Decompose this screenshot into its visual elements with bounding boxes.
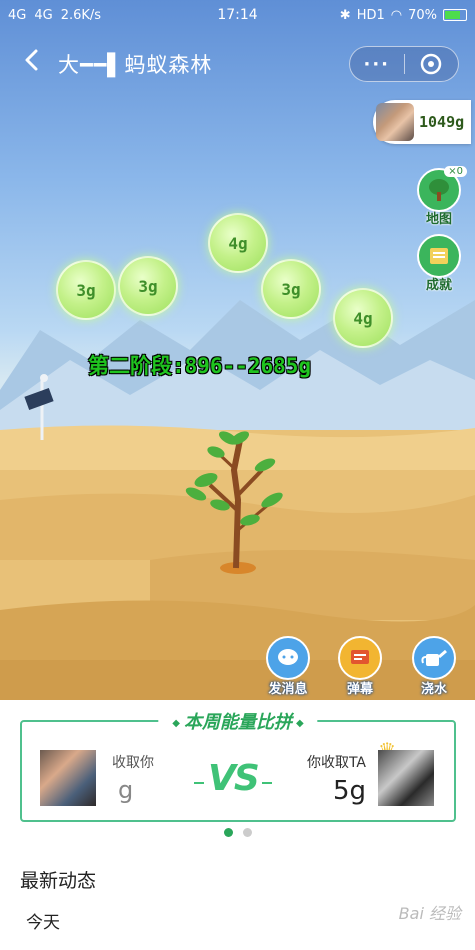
energy-total-badge[interactable]: 1049g — [373, 100, 471, 144]
status-bar: 4G 4G 2.6K/s 17:14 ✱ HD1 ◠ 70% — [0, 0, 475, 30]
friend-collected-label: 收取你 — [112, 755, 154, 771]
pager-dot[interactable] — [242, 828, 252, 837]
vs-card-title-text: 本周能量比拼 — [184, 712, 292, 733]
header: 大━━▌蚂蚁森林 ··· — [0, 38, 475, 90]
watermark: Bai 经验 — [398, 904, 461, 923]
danmaku-icon-circle — [338, 636, 382, 680]
avatar — [376, 103, 414, 141]
you-collected-value: 5g — [332, 776, 366, 806]
message-button[interactable]: 发消息 — [262, 636, 314, 697]
mini-program-capsule: ··· — [349, 46, 459, 82]
pager-dot-active[interactable] — [223, 828, 233, 837]
friend-collected-value: g — [118, 776, 134, 804]
title-dot-icon: ◆ — [296, 717, 304, 729]
achievement-button[interactable]: 成就 — [415, 234, 463, 293]
growth-stage-text: 第二阶段:896--2685g — [88, 354, 312, 378]
achievement-icon-circle — [417, 234, 461, 278]
user-avatar — [378, 750, 434, 806]
map-badge: ×0 — [444, 166, 467, 177]
energy-bubble[interactable]: 4g — [208, 213, 268, 273]
close-circle-icon — [420, 53, 442, 75]
tree-icon — [429, 179, 449, 201]
bottom-panel: ◆本周能量比拼◆ 收取你 g VS 你收取TA 5g ♛ 最新动态 今天 Bai… — [0, 700, 475, 950]
water-label: 浇水 — [420, 682, 447, 697]
friend-avatar — [40, 750, 96, 806]
map-icon-circle: ×0 — [417, 166, 467, 212]
danmaku-label: 弹幕 — [346, 682, 373, 697]
close-button[interactable] — [404, 52, 458, 76]
danmaku-icon — [351, 650, 369, 664]
battery-icon — [443, 9, 467, 21]
page-title: 大━━▌蚂蚁森林 — [58, 53, 213, 77]
feed-date-today: 今天 — [26, 913, 60, 933]
energy-bubble[interactable]: 3g — [118, 256, 178, 316]
danmaku-button[interactable]: 弹幕 — [334, 636, 386, 697]
energy-bubble[interactable]: 4g — [333, 288, 393, 348]
energy-total-value: 1049g — [419, 113, 465, 131]
chevron-left-icon — [25, 49, 38, 71]
message-icon-circle — [266, 636, 310, 680]
chat-bubble-icon — [278, 649, 298, 665]
weekly-energy-vs-card[interactable]: ◆本周能量比拼◆ 收取你 g VS 你收取TA 5g ♛ — [20, 708, 456, 822]
feed-title: 最新动态 — [20, 870, 97, 892]
clock: 17:14 — [217, 7, 258, 23]
more-button[interactable]: ··· — [350, 54, 404, 75]
carousel-pager — [0, 828, 475, 837]
energy-bubble[interactable]: 3g — [261, 259, 321, 319]
back-button[interactable] — [12, 44, 52, 84]
certificate-icon — [430, 248, 448, 264]
vs-mark: VS — [194, 758, 272, 799]
vs-card-title: ◆ 本周能量比拼 ◆ — [158, 708, 318, 734]
watering-can-icon — [421, 649, 447, 666]
water-icon-circle — [412, 636, 456, 680]
you-collected-label: 你收取TA — [306, 755, 366, 771]
message-label: 发消息 — [268, 682, 308, 697]
water-button[interactable]: 浇水 — [408, 636, 460, 697]
title-dot-icon: ◆ — [172, 717, 180, 729]
map-button[interactable]: ×0 地图 — [415, 166, 467, 227]
energy-bubble[interactable]: 3g — [56, 260, 116, 320]
